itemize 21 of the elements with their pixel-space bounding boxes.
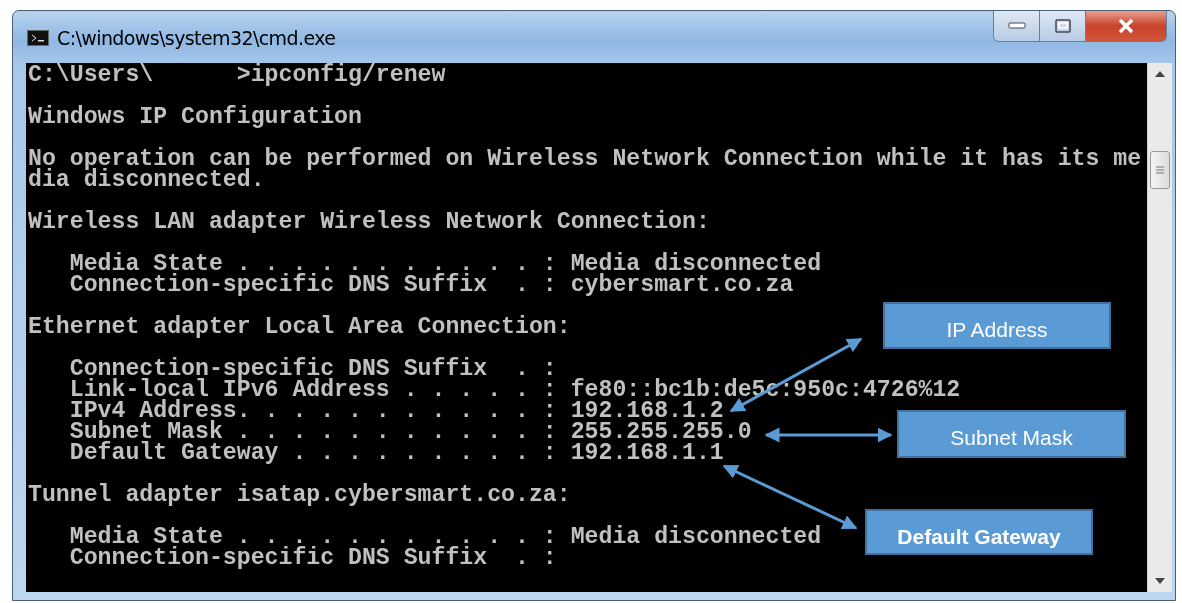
- close-button[interactable]: [1086, 11, 1166, 41]
- console-line: C:\Users\ >ipconfig/renew: [28, 63, 446, 88]
- scrollbar-thumb[interactable]: [1150, 151, 1170, 189]
- console-line: Tunnel adapter isatap.cybersmart.co.za:: [28, 482, 571, 508]
- minimize-button[interactable]: [994, 11, 1040, 41]
- console-line: Ethernet adapter Local Area Connection:: [28, 314, 571, 340]
- callout-label: Default Gateway: [865, 509, 1093, 555]
- close-icon: [1117, 18, 1135, 34]
- console-line: Connection-specific DNS Suffix . : cybersmart.co.za: [68, 272, 794, 298]
- console-icon: [27, 30, 49, 46]
- maximize-button[interactable]: [1040, 11, 1086, 41]
- console-line: Wireless LAN adapter Wireless Network Connection:: [28, 209, 710, 235]
- console-line: Connection-specific DNS Suffix . :: [68, 545, 557, 571]
- minimize-icon: [1007, 22, 1026, 30]
- console-line: Windows IP Configuration: [28, 104, 362, 130]
- maximize-icon: [1054, 19, 1071, 33]
- up-arrow-icon: [1155, 71, 1165, 77]
- window-title: C:\windows\system32\cmd.exe: [57, 27, 336, 49]
- callout-label: Subnet Mask: [897, 410, 1126, 458]
- down-arrow-icon: [1155, 578, 1165, 584]
- callout-label: IP Address: [883, 302, 1111, 349]
